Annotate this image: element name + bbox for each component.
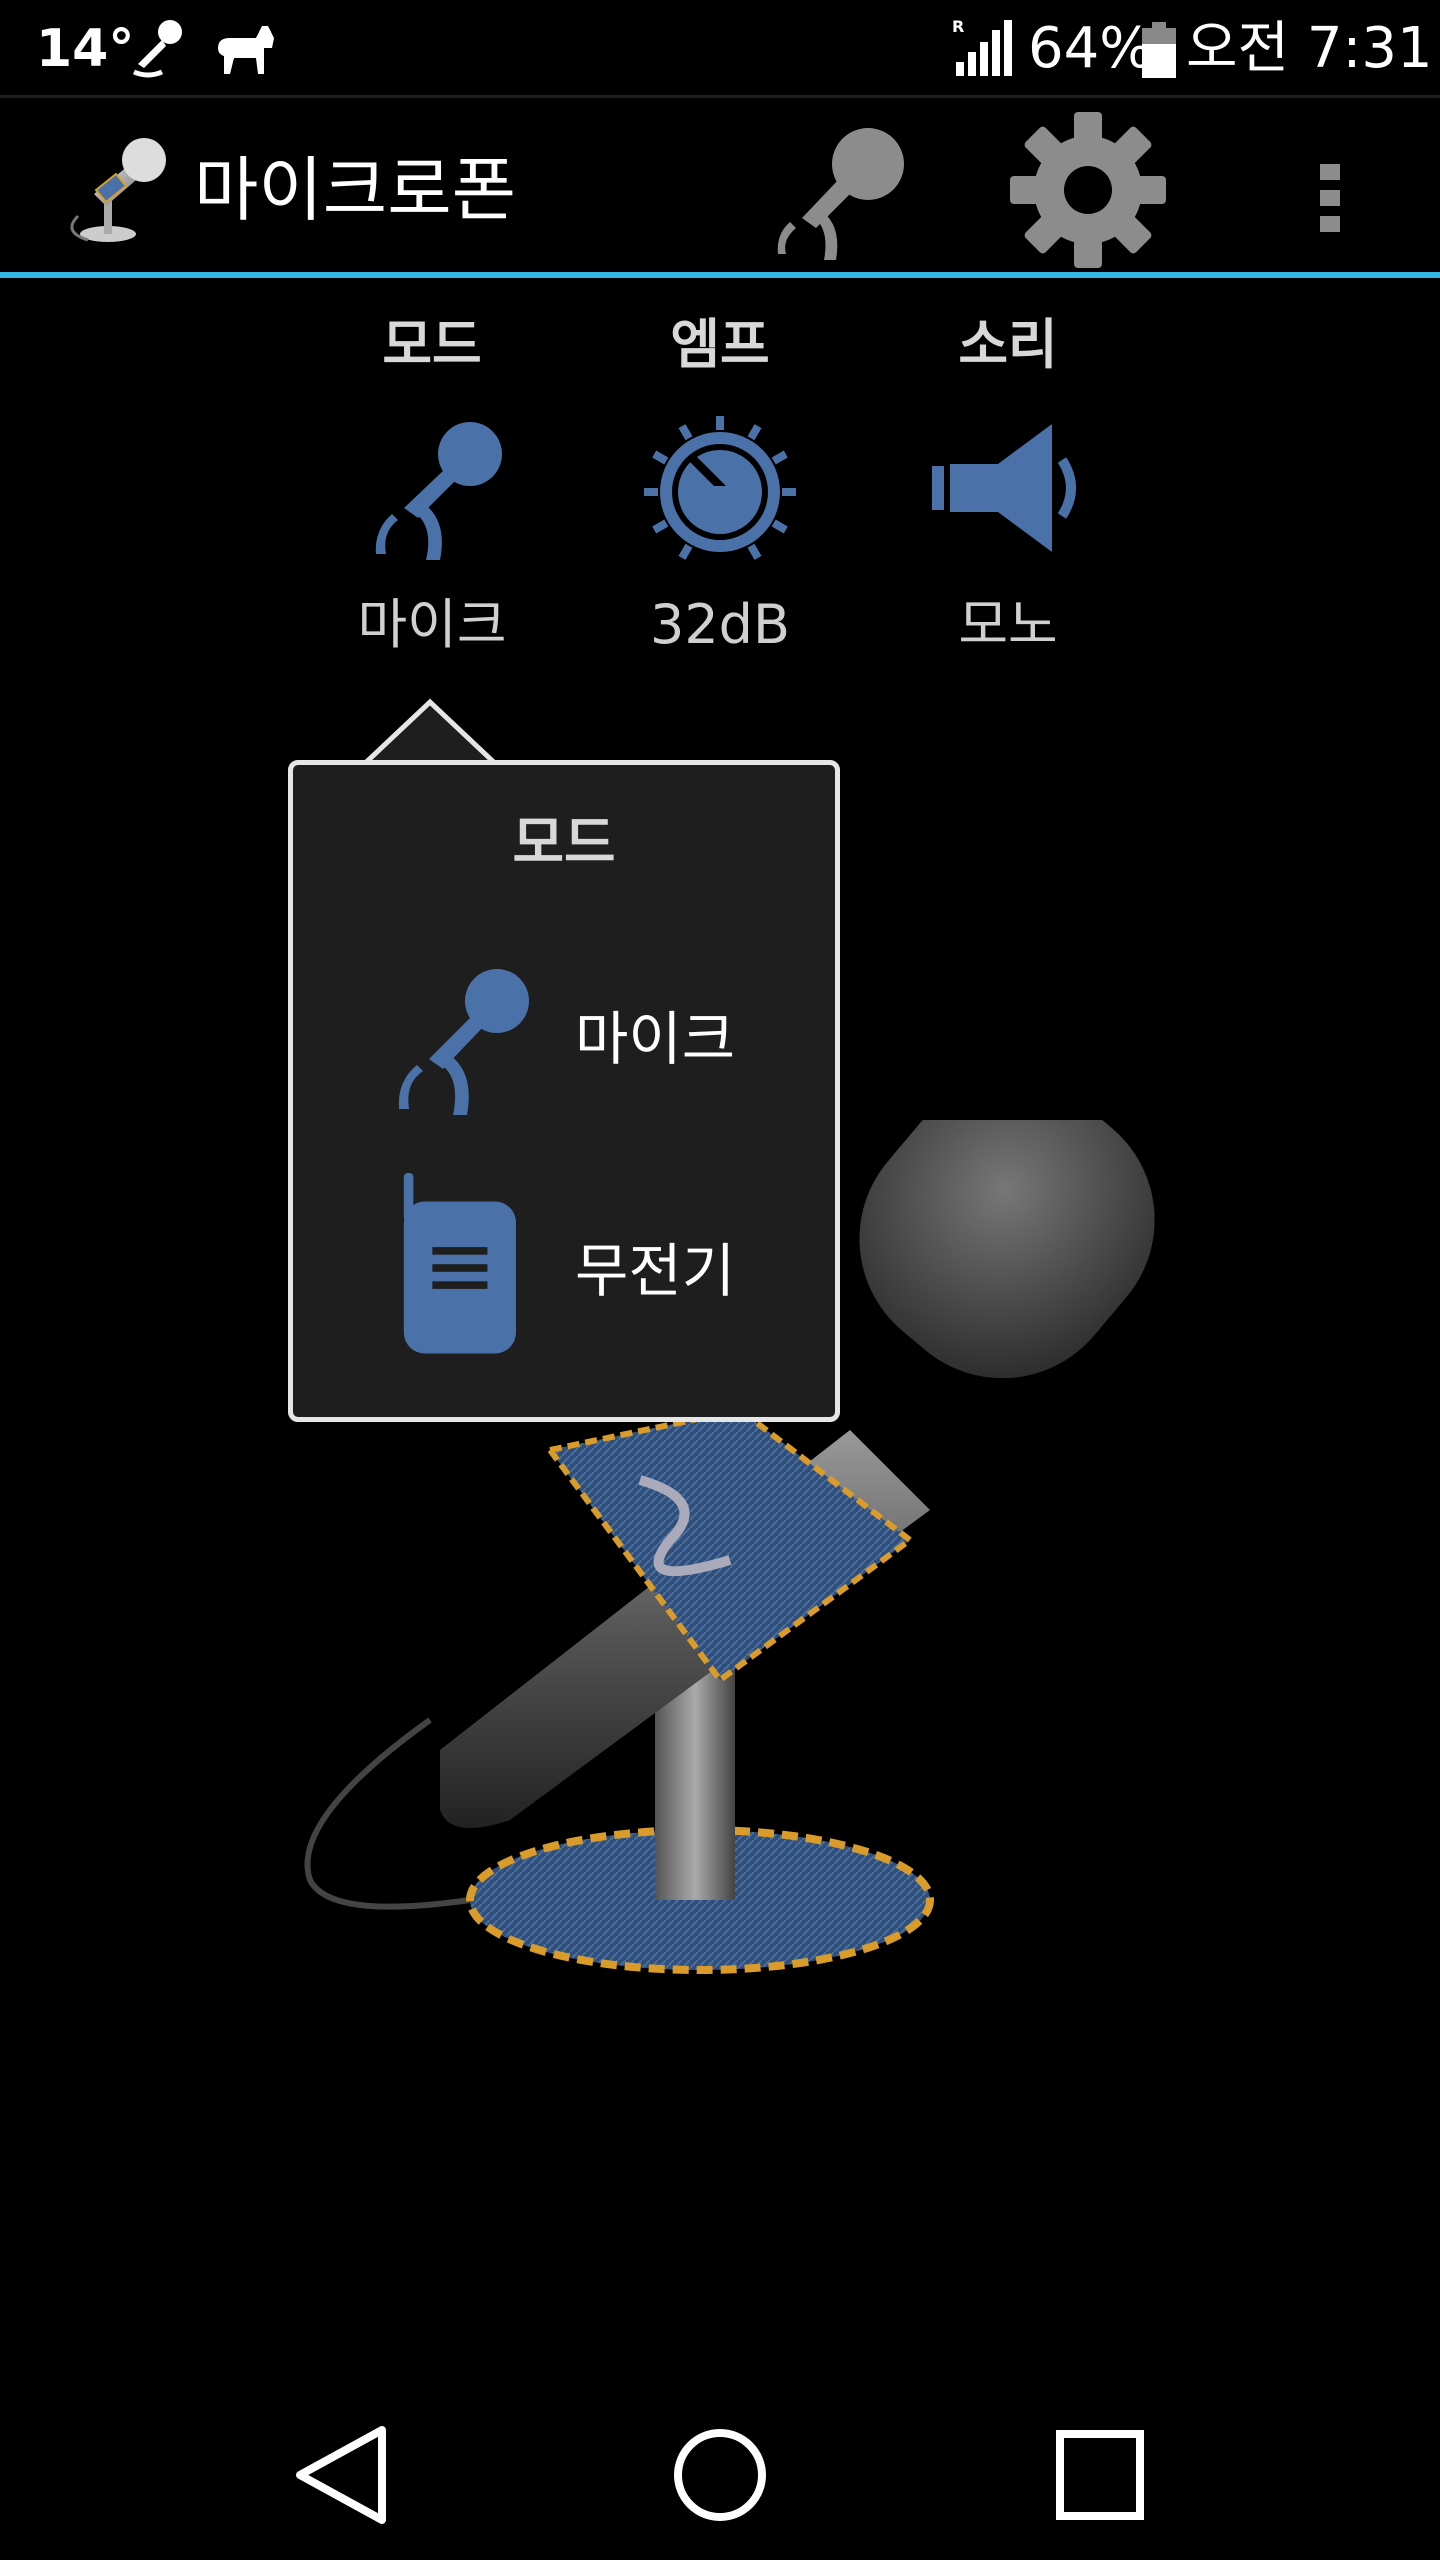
app-title: 마이크로폰 <box>194 149 516 231</box>
popup-item-walkie-talkie[interactable]: 무전기 <box>293 1173 835 1373</box>
action-bar: 마이크로폰 <box>0 100 1440 278</box>
mode-control[interactable]: 모드 마이크 <box>312 310 552 670</box>
sound-label: 소리 <box>958 313 1058 376</box>
amp-value: 32dB <box>649 593 791 656</box>
microphone-icon <box>375 422 502 560</box>
clock-text: 오전 7:31 <box>1186 16 1433 81</box>
status-bar: 14° R 64% 오전 7:31 <box>0 0 1440 98</box>
mic-notification-icon <box>133 20 182 78</box>
speaker-icon <box>932 424 1076 552</box>
signal-icon: R <box>952 18 1012 76</box>
app-mic-icon[interactable] <box>58 134 178 254</box>
microphone-icon <box>398 969 529 1115</box>
popup-item-walkie-talkie-label: 무전기 <box>575 1237 736 1305</box>
amp-label: 엠프 <box>670 313 770 376</box>
walkie-talkie-icon <box>403 1173 516 1354</box>
svg-text:R: R <box>952 18 964 36</box>
mode-value: 마이크 <box>357 593 507 656</box>
dog-notification-icon <box>218 26 274 74</box>
popup-item-mic[interactable]: 마이크 <box>293 941 835 1141</box>
sound-control[interactable]: 소리 모노 <box>888 310 1128 670</box>
battery-percent-text: 64% <box>1028 16 1153 81</box>
temperature-text: 14° <box>36 19 135 79</box>
battery-icon <box>1142 22 1176 78</box>
popup-arrow <box>360 698 500 768</box>
home-icon[interactable] <box>660 2420 780 2530</box>
navigation-bar <box>0 2380 1440 2560</box>
gear-icon[interactable] <box>1000 110 1180 270</box>
amp-control[interactable]: 엠프 32dB <box>600 310 840 670</box>
mode-label: 모드 <box>382 313 482 376</box>
back-icon[interactable] <box>282 2420 402 2530</box>
popup-item-mic-label: 마이크 <box>575 1005 736 1073</box>
popup-title: 모드 <box>512 811 616 876</box>
knob-icon <box>644 416 796 560</box>
overflow-menu-icon[interactable] <box>1290 120 1370 260</box>
mode-popup: 모드 마이크 무전기 <box>288 760 840 1422</box>
microphone-icon[interactable] <box>740 110 920 270</box>
recent-apps-icon[interactable] <box>1040 2420 1160 2530</box>
sound-value: 모노 <box>958 593 1058 656</box>
